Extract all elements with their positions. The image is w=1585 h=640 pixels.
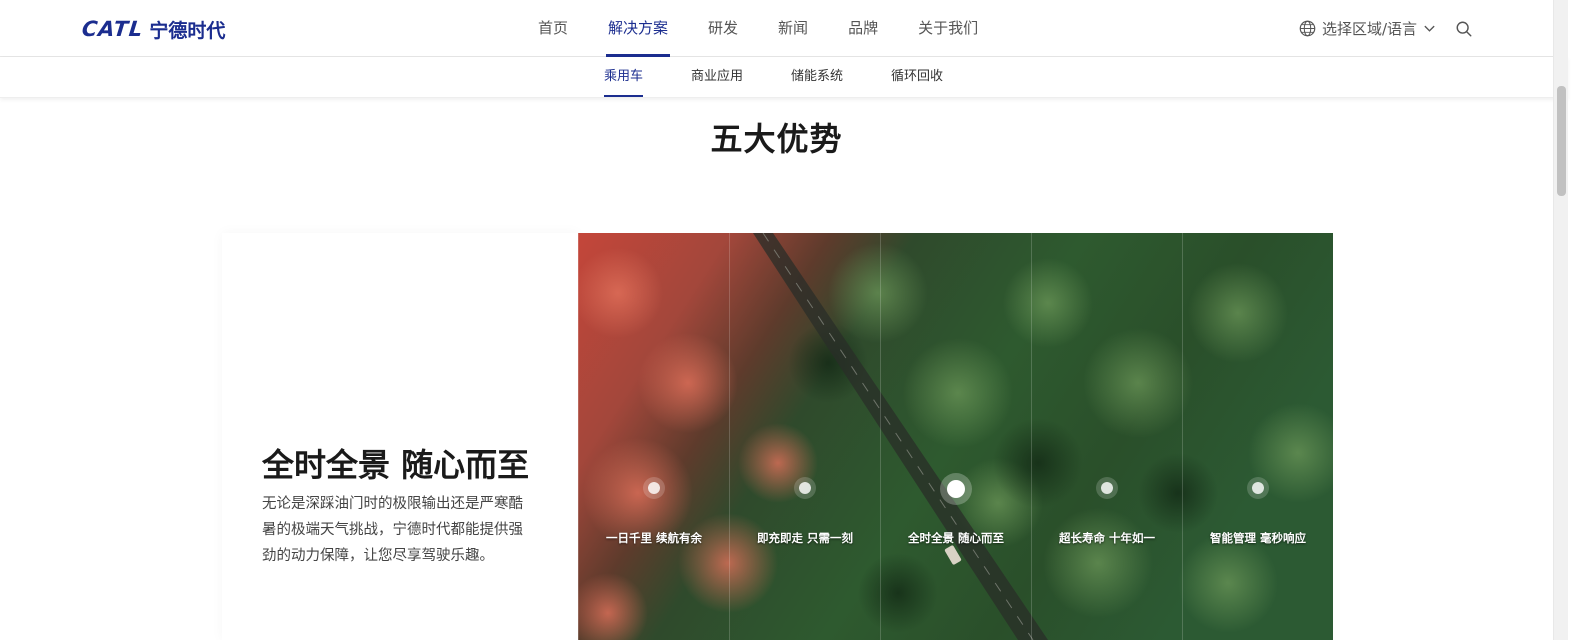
panel-label: 超长寿命 十年如一: [1058, 531, 1155, 545]
sub-nav-energy-storage[interactable]: 储能系统: [767, 57, 867, 98]
panel-label: 全时全景 随心而至: [907, 531, 1004, 545]
nav-item-solutions[interactable]: 解决方案: [588, 0, 688, 57]
sub-nav-label: 循环回收: [891, 69, 944, 84]
panel-dot: [1101, 482, 1113, 494]
section-title: 五大优势: [710, 120, 843, 158]
panel-label: 一日千里 续航有余: [605, 531, 702, 545]
advantage-text-card: 全时全景 随心而至 无论是深踩油门时的极限输出还是严寒酷暑的极端天气挑战，宁德时…: [222, 233, 578, 640]
nav-item-label: 新闻: [778, 19, 809, 37]
sub-nav-passenger-vehicle[interactable]: 乘用车: [580, 57, 667, 98]
sub-nav-items: 乘用车 商业应用 储能系统 循环回收: [580, 57, 967, 98]
advantage-panel-long-life[interactable]: 超长寿命 十年如一: [1031, 233, 1182, 640]
nav-item-label: 关于我们: [918, 19, 979, 37]
sub-nav: 乘用车 商业应用 储能系统 循环回收: [0, 57, 1568, 98]
nav-item-label: 解决方案: [608, 19, 669, 37]
panel-dot-active: [947, 480, 965, 498]
sub-nav-label: 储能系统: [791, 69, 844, 84]
nav-item-home[interactable]: 首页: [518, 0, 588, 57]
advantage-panel-fast-charge[interactable]: 即充即走 只需一刻: [729, 233, 880, 640]
nav-item-rnd[interactable]: 研发: [688, 0, 758, 57]
chevron-down-icon: [1424, 25, 1435, 32]
advantage-panel-all-climate[interactable]: 全时全景 随心而至: [880, 233, 1031, 640]
region-language-selector[interactable]: 选择区域/语言: [1299, 0, 1436, 57]
panel-dot: [799, 482, 811, 494]
search-icon: [1456, 21, 1472, 37]
top-header: CATL 宁德时代 首页 解决方案 研发 新闻 品牌 关于我们 选择区域/语言: [0, 0, 1568, 57]
nav-item-news[interactable]: 新闻: [758, 0, 828, 57]
sub-nav-recycling[interactable]: 循环回收: [867, 57, 967, 98]
search-button[interactable]: [1455, 20, 1473, 38]
nav-item-brand[interactable]: 品牌: [828, 0, 898, 57]
advantage-panel-smart-management[interactable]: 智能管理 毫秒响应: [1182, 233, 1333, 640]
forest-panels: 一日千里 续航有余 即充即走 只需一刻 全时全景 随心而至 超长寿命 十年如一 …: [578, 233, 1333, 640]
sub-nav-label: 商业应用: [691, 69, 744, 84]
logo-latin-text: CATL: [80, 17, 145, 41]
page-scrollbar[interactable]: [1553, 0, 1568, 640]
panel-label: 即充即走 只需一刻: [756, 531, 853, 545]
logo-cn-text: 宁德时代: [149, 19, 226, 42]
panel-dot: [1252, 482, 1264, 494]
sub-nav-commercial[interactable]: 商业应用: [667, 57, 767, 98]
panel-label: 智能管理 毫秒响应: [1209, 531, 1306, 545]
advantage-panel-range[interactable]: 一日千里 续航有余: [578, 233, 729, 640]
nav-item-label: 研发: [708, 19, 739, 37]
globe-icon: [1299, 20, 1316, 37]
nav-item-label: 首页: [538, 19, 569, 37]
advantage-heading: 全时全景 随心而至: [262, 446, 530, 484]
advantage-description: 无论是深踩油门时的极限输出还是严寒酷暑的极端天气挑战，宁德时代都能提供强劲的动力…: [262, 496, 523, 564]
panel-dot: [648, 482, 660, 494]
catl-logo[interactable]: CATL 宁德时代: [80, 16, 226, 42]
nav-item-label: 品牌: [848, 19, 879, 37]
region-label: 选择区域/语言: [1322, 20, 1418, 38]
nav-item-about[interactable]: 关于我们: [898, 0, 998, 57]
main-nav: 首页 解决方案 研发 新闻 品牌 关于我们: [518, 0, 998, 57]
sub-nav-label: 乘用车: [604, 69, 644, 84]
scrollbar-thumb[interactable]: [1557, 86, 1566, 196]
